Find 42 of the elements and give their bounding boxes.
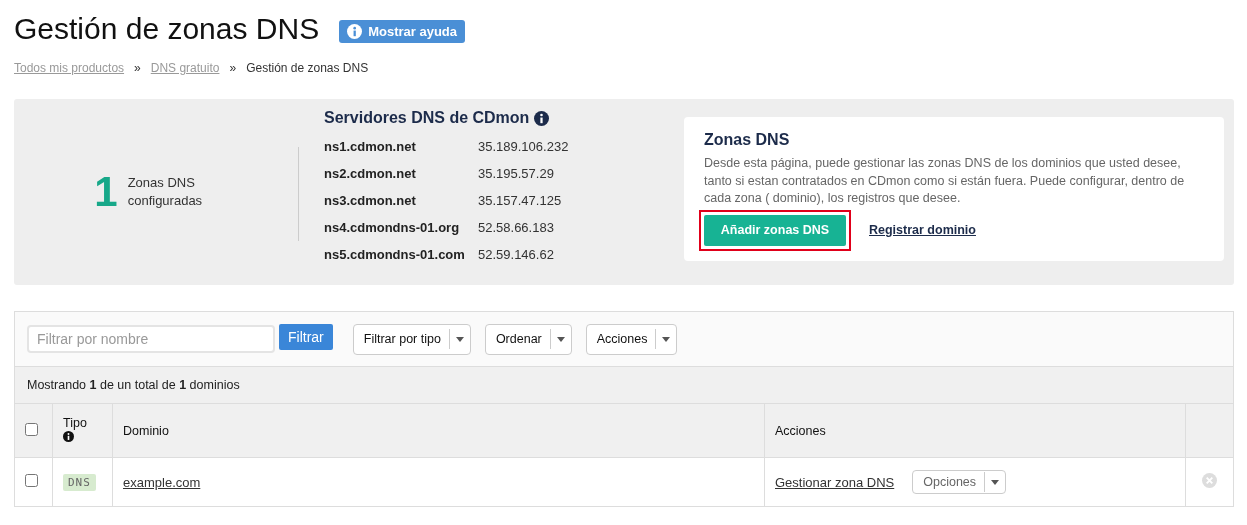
- breadcrumb-separator: »: [229, 61, 237, 75]
- server-name: ns3.cdmon.net: [324, 193, 417, 208]
- card-description: Desde esta página, puede gestionar las zonas DNS de los dominios que usted desee, tanto si estan contratados en CDmon como si están fuera. Puede configurar, dentro de cada zona ( dominio), los registros que desee.: [704, 155, 1186, 207]
- caret-icon: [662, 336, 671, 342]
- server-ip: 35.189.106.232: [478, 139, 569, 154]
- server-ip: 35.157.47.125: [478, 193, 562, 208]
- server-name: ns5.cdmondns-01.com: [324, 247, 466, 262]
- domain-link[interactable]: example.com: [123, 474, 201, 490]
- search-field[interactable]: Filtrar por nombre: [27, 325, 275, 353]
- servers-title: Servidores DNS de CDmon: [324, 109, 530, 127]
- column-header: Dominio: [123, 423, 169, 438]
- page-title: Gestión de zonas DNS: [14, 12, 320, 46]
- dropdown-button[interactable]: Ordenar: [484, 323, 572, 355]
- select-all-checkbox[interactable]: [25, 422, 38, 436]
- results-text: Mostrando 1 de un total de 1 dominios: [27, 378, 240, 392]
- info-icon: [63, 430, 74, 442]
- info-icon: [534, 110, 550, 126]
- server-ip: 52.59.146.62: [478, 247, 554, 262]
- row-checkbox[interactable]: [25, 474, 38, 487]
- zone-count-label: Zonas DNS configuradas: [127, 174, 204, 210]
- column-header: Tipo: [63, 415, 88, 431]
- manage-zone-link[interactable]: Gestionar zona DNS: [775, 474, 895, 490]
- server-ip: 35.195.57.29: [478, 166, 554, 181]
- info-icon: [347, 23, 363, 39]
- breadcrumb-separator: »: [134, 61, 141, 75]
- caret-icon: [556, 336, 565, 342]
- caret-icon: [455, 336, 464, 342]
- dropdown-button[interactable]: Filtrar por tipo: [352, 323, 471, 355]
- dropdown-button[interactable]: Acciones: [585, 323, 678, 355]
- caret-icon: [991, 479, 1000, 485]
- filter-button[interactable]: Filtrar: [279, 324, 333, 350]
- server-name: ns2.cdmon.net: [324, 166, 417, 181]
- type-tag: DNS: [63, 474, 96, 491]
- server-name: ns4.cdmondns-01.org: [324, 220, 461, 235]
- options-dropdown[interactable]: Opciones: [912, 470, 1007, 494]
- register-domain-link[interactable]: Registrar dominio: [869, 223, 976, 237]
- column-header: Acciones: [775, 423, 826, 438]
- card-title: Zonas DNS: [704, 131, 791, 149]
- breadcrumb-current: Gestión de zonas DNS: [246, 61, 369, 75]
- server-ip: 52.58.66.183: [478, 220, 554, 235]
- server-name: ns1.cdmon.net: [324, 139, 417, 154]
- zone-count: 1: [94, 168, 118, 216]
